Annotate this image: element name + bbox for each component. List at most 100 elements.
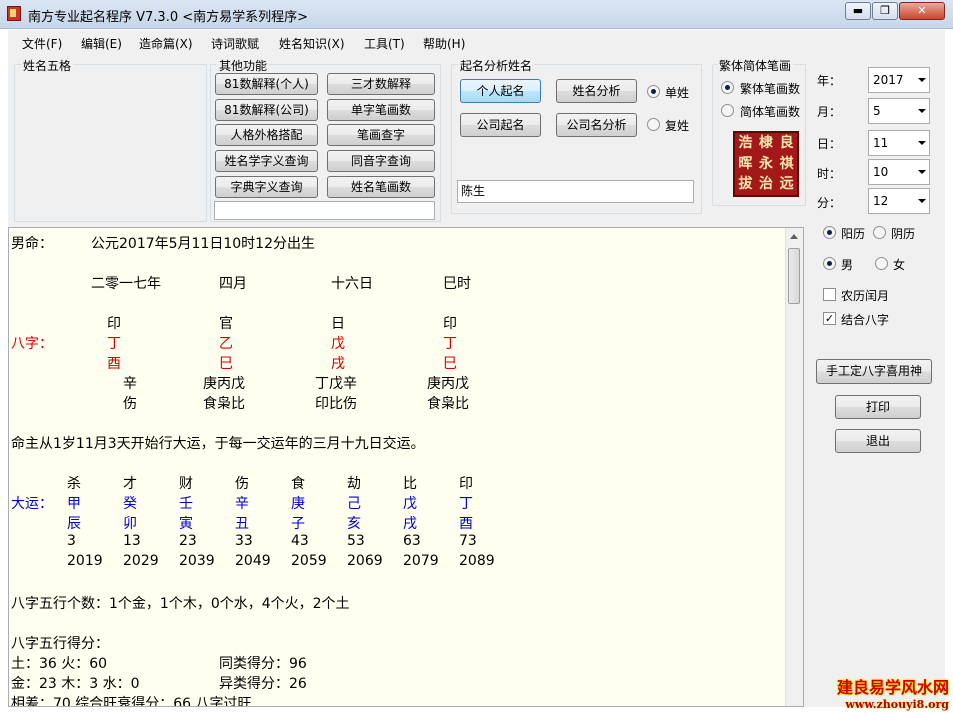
btn-name-meaning[interactable]: 姓名学字义查询 [215, 150, 318, 172]
minute-label: 分： [817, 196, 842, 210]
hour-value: 10 [873, 165, 889, 179]
other-input[interactable] [214, 201, 435, 220]
name-input[interactable]: 陈生 [457, 180, 694, 203]
analysis-caption: 起名分析姓名 [458, 57, 535, 74]
female-radio[interactable] [875, 257, 888, 270]
dayun-stem: 癸 [123, 496, 137, 512]
chevron-down-icon [918, 141, 926, 145]
earthly-branch: 巳 [219, 356, 233, 372]
btn-single-strokes[interactable]: 单字笔画数 [327, 99, 435, 121]
seal-char: 良 [779, 135, 794, 151]
btn-81-personal[interactable]: 81数解释(个人) [215, 73, 318, 95]
ten-god: 日 [331, 316, 345, 332]
dayun-god: 劫 [347, 476, 361, 492]
solar-radio[interactable] [823, 226, 836, 239]
lunar-radio[interactable] [873, 226, 886, 239]
leap-month-checkbox[interactable] [823, 288, 836, 301]
dayun-stem: 庚 [291, 496, 305, 512]
btn-name-strokes[interactable]: 姓名笔画数 [327, 176, 435, 198]
chevron-down-icon [918, 109, 926, 113]
app-icon [7, 6, 21, 21]
dayun-branch: 亥 [347, 516, 361, 532]
dayun-year: 2049 [235, 553, 271, 569]
heavenly-stem: 丁 [443, 336, 457, 352]
hidden-god: 食枭比 [427, 396, 469, 412]
leap-month-label: 农历闰月 [841, 289, 890, 303]
menu-help[interactable]: 帮助(H) [423, 35, 465, 52]
report-text-area[interactable]: 男命： 公元2017年5月11日10时12分出生 二零一七年 四月 十六日 巳时… [8, 227, 804, 707]
minute-select[interactable]: 12 [868, 188, 930, 214]
traditional-strokes-radio[interactable] [721, 81, 734, 94]
dayun-year: 2039 [179, 553, 215, 569]
ten-god: 官 [219, 316, 233, 332]
hidden-god: 印比伤 [315, 396, 357, 412]
menu-poems[interactable]: 诗词歌赋 [211, 35, 259, 52]
minimize-button[interactable]: ▬ [845, 2, 871, 20]
company-naming-button[interactable]: 公司起名 [460, 113, 541, 137]
name-wuge-caption: 姓名五格 [21, 57, 74, 74]
simplified-strokes-label: 简体笔画数 [740, 105, 801, 119]
btn-homophone[interactable]: 同音字查询 [327, 150, 435, 172]
scroll-thumb[interactable] [788, 248, 800, 304]
vertical-scrollbar[interactable] [785, 228, 803, 706]
maximize-button[interactable]: ❐ [872, 2, 898, 20]
btn-renge-waige[interactable]: 人格外格搭配 [215, 124, 318, 146]
menu-file[interactable]: 文件(F) [22, 35, 62, 52]
hour-select[interactable]: 10 [868, 159, 930, 185]
close-button[interactable]: ✕ [899, 2, 945, 20]
btn-81-company[interactable]: 81数解释(公司) [215, 99, 318, 121]
dayun-year: 2089 [459, 553, 495, 569]
dayun-god: 印 [459, 476, 473, 492]
exit-button[interactable]: 退出 [835, 429, 921, 453]
print-button[interactable]: 打印 [835, 395, 921, 419]
scroll-up-icon[interactable] [790, 234, 798, 239]
combine-bazi-checkbox[interactable]: ✓ [823, 312, 836, 325]
ten-god: 印 [107, 316, 121, 332]
btn-dictionary[interactable]: 字典字义查询 [215, 176, 318, 198]
year-select[interactable]: 2017 [868, 67, 930, 93]
heavenly-stem: 丁 [107, 336, 121, 352]
dayun-god: 比 [403, 476, 417, 492]
manual-bazi-button[interactable]: 手工定八字喜用神 [816, 359, 932, 384]
dayun-god: 才 [123, 476, 137, 492]
dayun-stem: 丁 [459, 496, 473, 512]
chevron-down-icon [918, 199, 926, 203]
birth-info: 公元2017年5月11日10时12分出生 [91, 236, 315, 252]
earthly-branch: 巳 [443, 356, 457, 372]
lunar-month: 四月 [219, 276, 247, 292]
dayun-age: 53 [347, 533, 365, 549]
score-metal-wood-water: 金：23 木：3 水：0 [11, 676, 140, 692]
menu-fate[interactable]: 造命篇(X) [139, 35, 193, 52]
ten-god: 印 [443, 316, 457, 332]
menu-name-knowledge[interactable]: 姓名知识(X) [279, 35, 345, 52]
company-analysis-button[interactable]: 公司名分析 [556, 113, 637, 137]
other-functions-caption: 其他功能 [217, 57, 270, 74]
hour-label: 时： [817, 167, 842, 181]
month-select[interactable]: 5 [868, 98, 930, 124]
day-select[interactable]: 11 [868, 130, 930, 156]
single-surname-radio[interactable] [647, 85, 660, 98]
simplified-strokes-radio[interactable] [721, 104, 734, 117]
name-analysis-button[interactable]: 姓名分析 [556, 79, 637, 103]
solar-label: 阳历 [841, 227, 866, 241]
minute-value: 12 [873, 194, 889, 208]
lunar-year: 二零一七年 [91, 276, 161, 292]
double-surname-radio[interactable] [647, 118, 660, 131]
menu-tools[interactable]: 工具(T) [364, 35, 405, 52]
watermark-title: 建良易学风水网 [836, 678, 949, 697]
bazi-label: 八字： [11, 336, 53, 352]
seal-char: 棣 [758, 135, 773, 151]
menu-bar: 文件(F) 编辑(E) 造命篇(X) 诗词歌赋 姓名知识(X) 工具(T) 帮助… [8, 30, 945, 54]
day-label: 日： [817, 137, 842, 151]
dayun-age: 33 [235, 533, 253, 549]
dayun-branch: 戌 [403, 516, 417, 532]
personal-naming-button[interactable]: 个人起名 [460, 79, 541, 103]
dayun-god: 伤 [235, 476, 249, 492]
male-radio[interactable] [823, 257, 836, 270]
btn-sancai[interactable]: 三才数解释 [327, 73, 435, 95]
dayun-age: 13 [123, 533, 141, 549]
menu-edit[interactable]: 编辑(E) [81, 35, 122, 52]
dayun-year: 2059 [291, 553, 327, 569]
dayun-stem: 壬 [179, 496, 193, 512]
btn-stroke-lookup[interactable]: 笔画查字 [327, 124, 435, 146]
